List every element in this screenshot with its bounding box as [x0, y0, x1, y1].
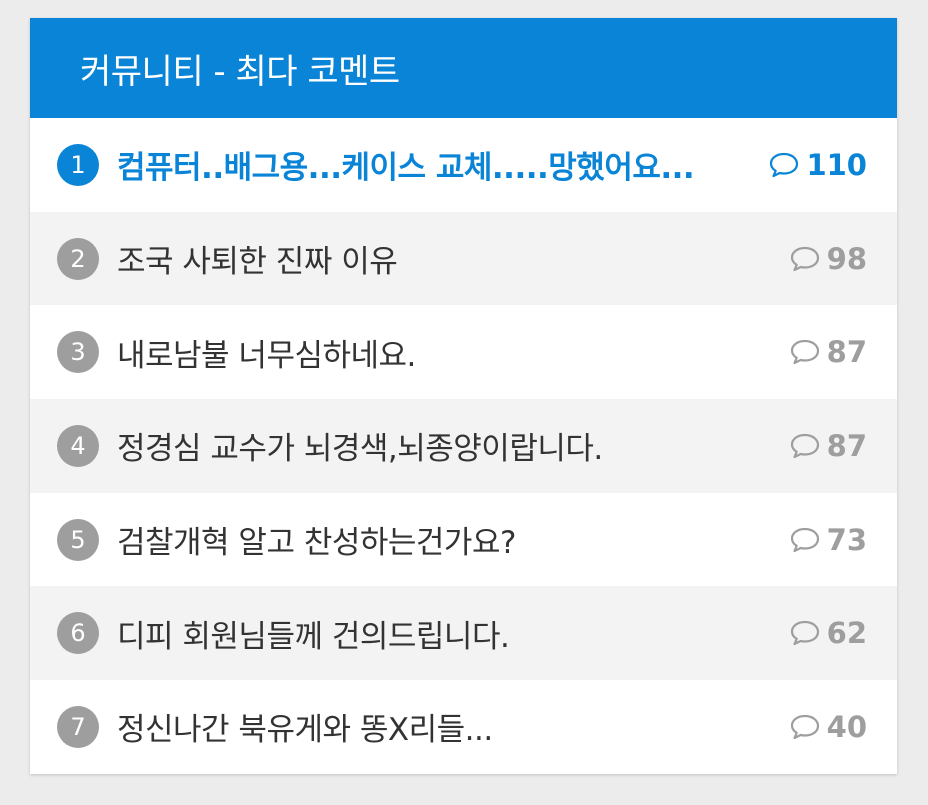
post-list: 1 컴퓨터..배그용...케이스 교체.....망했어요... 110 2 조국…: [30, 118, 897, 774]
rank-badge: 6: [57, 612, 99, 655]
rank-badge: 1: [57, 143, 99, 186]
most-comments-widget: 커뮤니티 - 최다 코멘트 1 컴퓨터..배그용...케이스 교체.....망했…: [30, 18, 897, 774]
widget-header: 커뮤니티 - 최다 코멘트: [30, 18, 897, 118]
post-title-link[interactable]: 조국 사퇴한 진짜 이유: [117, 236, 769, 281]
rank-badge: 7: [57, 705, 99, 748]
list-item[interactable]: 4 정경심 교수가 뇌경색,뇌종양이랍니다. 87: [30, 399, 897, 493]
comment-count: 87: [789, 429, 867, 463]
post-title-link[interactable]: 디피 회원님들께 건의드립니다.: [117, 611, 769, 656]
post-title-link[interactable]: 내로남불 너무심하네요.: [117, 330, 769, 375]
comment-bubble-icon: [790, 433, 819, 459]
list-item[interactable]: 1 컴퓨터..배그용...케이스 교체.....망했어요... 110: [30, 118, 897, 212]
comment-count-value: 98: [826, 241, 867, 276]
comment-count-value: 110: [806, 147, 867, 182]
comment-count: 110: [768, 148, 867, 182]
rank-badge: 5: [57, 518, 99, 561]
comment-bubble-icon: [790, 621, 819, 646]
list-item[interactable]: 3 내로남불 너무심하네요. 87: [30, 305, 897, 400]
comment-count: 73: [789, 523, 867, 557]
comment-bubble-icon: [790, 340, 819, 365]
comment-count-value: 73: [826, 522, 867, 557]
list-item[interactable]: 6 디피 회원님들께 건의드립니다. 62: [30, 586, 897, 681]
comment-bubble-icon: [790, 714, 819, 740]
comment-count-value: 87: [826, 335, 867, 370]
comment-count: 62: [789, 616, 867, 650]
rank-badge: 2: [57, 237, 99, 280]
comment-bubble-icon: [790, 527, 819, 552]
comment-bubble-icon: [770, 152, 799, 177]
comment-count-value: 62: [826, 616, 867, 651]
comment-count: 40: [789, 710, 867, 744]
post-title-link[interactable]: 검찰개혁 알고 찬성하는건가요?: [117, 517, 769, 562]
post-title-link[interactable]: 정경심 교수가 뇌경색,뇌종양이랍니다.: [117, 423, 769, 468]
rank-badge: 4: [57, 424, 99, 467]
list-item[interactable]: 5 검찰개혁 알고 찬성하는건가요? 73: [30, 492, 897, 587]
comment-count: 87: [789, 335, 867, 369]
comment-count-value: 87: [826, 428, 867, 463]
widget-title: 커뮤니티 - 최다 코멘트: [80, 51, 400, 92]
list-item[interactable]: 2 조국 사퇴한 진짜 이유 98: [30, 211, 897, 306]
comment-count: 98: [789, 242, 867, 276]
comment-count-value: 40: [826, 709, 867, 744]
list-item[interactable]: 7 정신나간 북유게와 똥X리들... 40: [30, 680, 897, 774]
post-title-link[interactable]: 컴퓨터..배그용...케이스 교체.....망했어요...: [117, 142, 748, 187]
post-title-link[interactable]: 정신나간 북유게와 똥X리들...: [117, 704, 769, 749]
comment-bubble-icon: [790, 246, 819, 271]
rank-badge: 3: [57, 331, 99, 374]
